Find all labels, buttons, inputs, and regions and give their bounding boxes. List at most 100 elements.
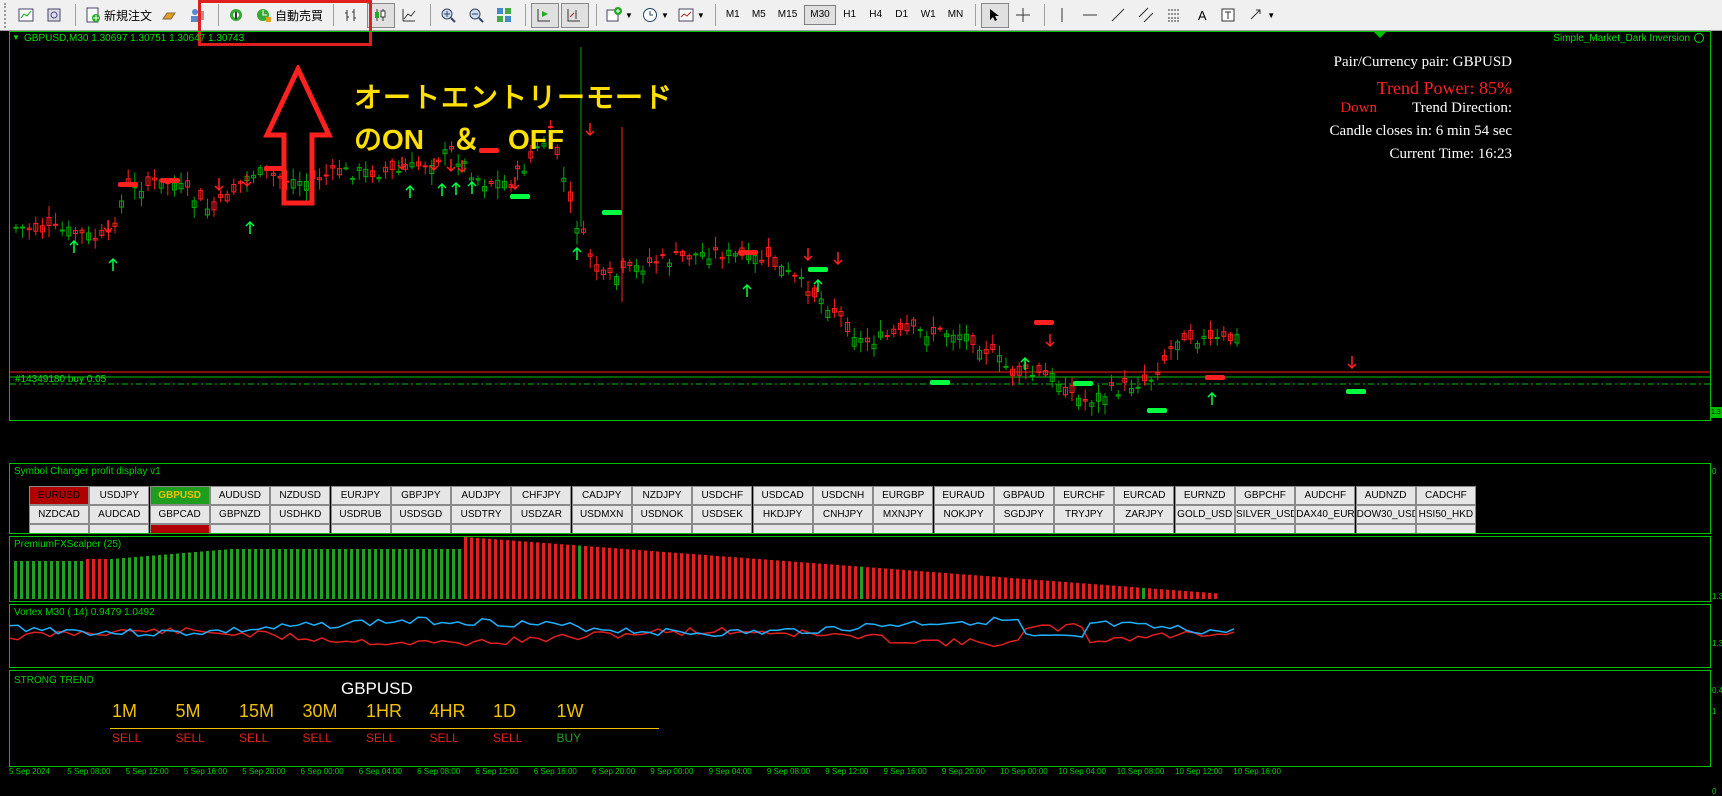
timeframe-m5[interactable]: M5 (747, 5, 771, 25)
profiles-button[interactable] (42, 3, 68, 28)
symbol-button-dow30_usd[interactable]: DOW30_USD (1355, 505, 1416, 524)
timeframe-m15[interactable]: M15 (773, 5, 802, 25)
symbol-button-eurnzd[interactable]: EURNZD (1174, 486, 1235, 505)
symbol-button-overflow[interactable] (1355, 524, 1416, 533)
timeframe-m1[interactable]: M1 (721, 5, 745, 25)
fibonacci-button[interactable] (1162, 3, 1188, 28)
symbol-button-zarjpy[interactable]: ZARJPY (1114, 505, 1175, 524)
line-chart-button[interactable] (397, 3, 423, 28)
horizontal-line-button[interactable] (1078, 3, 1104, 28)
symbol-button-overflow[interactable] (933, 524, 994, 533)
symbol-button-gbpnzd[interactable]: GBPNZD (209, 505, 270, 524)
new-order-button[interactable]: 新規注文 (81, 3, 155, 28)
symbol-button-overflow[interactable] (571, 524, 632, 533)
collapse-arrow-icon[interactable]: ▼ (12, 33, 20, 42)
symbol-button-usdzar[interactable]: USDZAR (511, 505, 572, 524)
symbol-button-overflow[interactable] (209, 524, 270, 533)
symbol-button-nzdusd[interactable]: NZDUSD (270, 486, 331, 505)
symbol-button-usdnok[interactable]: USDNOK (632, 505, 692, 524)
symbol-button-gbpaud[interactable]: GBPAUD (993, 486, 1054, 505)
symbol-button-euraud[interactable]: EURAUD (933, 486, 994, 505)
symbol-button-nzdjpy[interactable]: NZDJPY (632, 486, 692, 505)
symbol-button-overflow[interactable] (89, 524, 150, 533)
symbol-button-overflow[interactable] (1114, 524, 1175, 533)
symbol-button-hkdjpy[interactable]: HKDJPY (752, 505, 813, 524)
order-line-label[interactable]: #14349180 buy 0.05 (15, 374, 106, 385)
auto-scroll-button[interactable] (531, 2, 560, 28)
timeframe-d1[interactable]: D1 (890, 5, 914, 25)
symbol-button-eurgbp[interactable]: EURGBP (873, 486, 934, 505)
symbol-button-gbpusd[interactable]: GBPUSD (149, 486, 210, 505)
symbol-button-silver_usd[interactable]: SILVER_USD (1235, 505, 1295, 524)
symbol-button-overflow[interactable] (1235, 524, 1295, 533)
symbol-button-cadjpy[interactable]: CADJPY (571, 486, 632, 505)
symbol-button-usdhkd[interactable]: USDHKD (270, 505, 331, 524)
vertical-line-button[interactable] (1050, 3, 1076, 28)
indicators-button[interactable]: ▼ (602, 3, 636, 28)
text-label-button[interactable] (1216, 3, 1242, 28)
timeframe-h4[interactable]: H4 (864, 5, 888, 25)
symbol-button-nzdcad[interactable]: NZDCAD (29, 505, 89, 524)
symbol-button-eurchf[interactable]: EURCHF (1054, 486, 1115, 505)
templates-button[interactable]: ▼ (674, 3, 708, 28)
arrows-button[interactable]: ▼ (1244, 3, 1278, 28)
zoom-in-button[interactable] (436, 3, 462, 28)
symbol-button-dax40_eur[interactable]: DAX40_EUR (1295, 505, 1356, 524)
symbol-button-usdrub[interactable]: USDRUB (330, 505, 391, 524)
symbol-button-overflow[interactable] (1415, 524, 1476, 533)
symbol-button-overflow[interactable] (29, 524, 89, 533)
symbol-button-sgdjpy[interactable]: SGDJPY (993, 505, 1054, 524)
symbol-button-chfjpy[interactable]: CHFJPY (511, 486, 572, 505)
symbol-button-usdjpy[interactable]: USDJPY (89, 486, 150, 505)
symbol-button-usdmxn[interactable]: USDMXN (571, 505, 632, 524)
symbol-button-usdcnh[interactable]: USDCNH (812, 486, 873, 505)
symbol-button-audcad[interactable]: AUDCAD (89, 505, 150, 524)
timeframe-w1[interactable]: W1 (916, 5, 941, 25)
symbol-button-audusd[interactable]: AUDUSD (209, 486, 270, 505)
symbol-button-audjpy[interactable]: AUDJPY (451, 486, 512, 505)
symbol-button-overflow[interactable] (632, 524, 692, 533)
zoom-out-button[interactable] (464, 3, 490, 28)
symbol-button-overflow[interactable] (873, 524, 934, 533)
symbol-button-overflow[interactable] (330, 524, 391, 533)
tile-windows-button[interactable] (492, 3, 518, 28)
symbol-button-overflow[interactable] (270, 524, 331, 533)
symbol-button-overflow[interactable] (149, 524, 210, 533)
symbol-button-cadchf[interactable]: CADCHF (1415, 486, 1476, 505)
symbol-button-overflow[interactable] (993, 524, 1054, 533)
trendline-button[interactable] (1106, 3, 1132, 28)
chart-shift-button[interactable] (561, 2, 590, 28)
symbol-button-gbpcad[interactable]: GBPCAD (149, 505, 210, 524)
new-chart-button[interactable] (14, 3, 40, 28)
symbol-button-usdtry[interactable]: USDTRY (451, 505, 512, 524)
symbol-button-overflow[interactable] (1295, 524, 1356, 533)
symbol-button-cnhjpy[interactable]: CNHJPY (812, 505, 873, 524)
symbol-button-nokjpy[interactable]: NOKJPY (933, 505, 994, 524)
symbol-button-overflow[interactable] (451, 524, 512, 533)
symbol-button-eurcad[interactable]: EURCAD (1114, 486, 1175, 505)
text-tool-button[interactable]: A (1190, 3, 1214, 28)
symbol-button-usdsek[interactable]: USDSEK (692, 505, 753, 524)
symbol-button-usdchf[interactable]: USDCHF (692, 486, 753, 505)
symbol-button-overflow[interactable] (692, 524, 753, 533)
symbol-button-overflow[interactable] (390, 524, 451, 533)
symbol-button-audchf[interactable]: AUDCHF (1295, 486, 1356, 505)
symbol-button-audnzd[interactable]: AUDNZD (1355, 486, 1416, 505)
symbol-button-overflow[interactable] (1174, 524, 1235, 533)
symbol-button-usdsgd[interactable]: USDSGD (390, 505, 451, 524)
crosshair-tool-button[interactable] (1011, 3, 1037, 28)
symbol-button-eurjpy[interactable]: EURJPY (330, 486, 391, 505)
symbol-button-gbpchf[interactable]: GBPCHF (1235, 486, 1295, 505)
symbol-button-overflow[interactable] (812, 524, 873, 533)
symbol-button-gold_usd[interactable]: GOLD_USD (1174, 505, 1235, 524)
timeframe-mn[interactable]: MN (943, 5, 969, 25)
equidistant-channel-button[interactable] (1134, 3, 1160, 28)
symbol-button-overflow[interactable] (1054, 524, 1115, 533)
symbol-button-mxnjpy[interactable]: MXNJPY (873, 505, 934, 524)
cursor-tool-button[interactable] (981, 2, 1010, 28)
symbol-button-usdcad[interactable]: USDCAD (752, 486, 813, 505)
symbol-button-hsi50_hkd[interactable]: HSI50_HKD (1415, 505, 1476, 524)
symbol-button-overflow[interactable] (511, 524, 572, 533)
symbol-button-tryjpy[interactable]: TRYJPY (1054, 505, 1115, 524)
periods-button[interactable]: ▼ (638, 3, 672, 28)
